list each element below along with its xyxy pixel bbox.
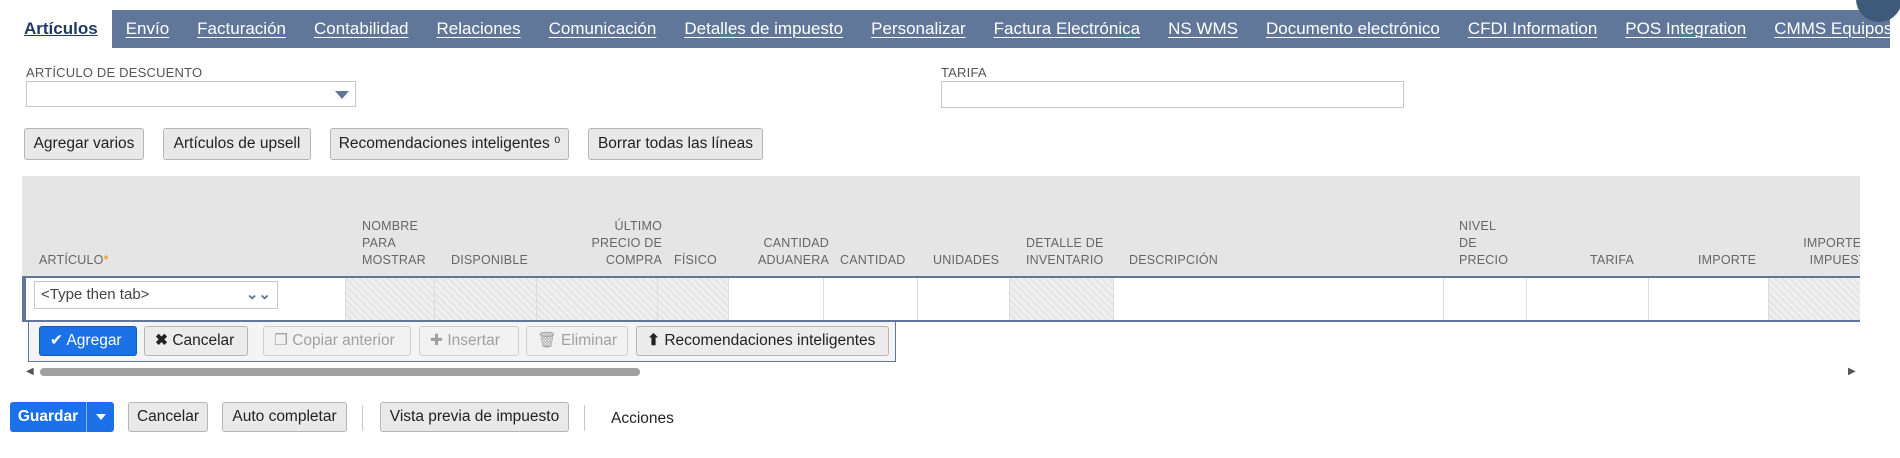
col-amount[interactable]: IMPORTE — [1698, 252, 1756, 269]
col-description[interactable]: DESCRIPCIÓN — [1129, 252, 1218, 269]
cancel-button[interactable]: Cancelar — [128, 402, 208, 432]
tab-factura-electrónica[interactable]: Factura Electrónica — [980, 10, 1154, 48]
cell-tax-amount — [1769, 278, 1860, 320]
cell-price-level[interactable] — [1444, 278, 1527, 320]
copy-icon: ❐ — [274, 332, 288, 349]
cell-inventory-detail — [1010, 278, 1114, 320]
col-units[interactable]: UNIDADES — [933, 252, 999, 269]
smart-recommendations-button[interactable]: Recomendaciones inteligentes ⁰ — [330, 128, 569, 160]
table-row: <Type then tab> ⌄⌄ — [22, 276, 1860, 322]
col-inventory-detail[interactable]: DETALLE DE INVENTARIO — [1026, 235, 1104, 269]
cell-units[interactable] — [918, 278, 1010, 320]
grid-header: ARTÍCULO* NOMBRE PARA MOSTRAR DISPONIBLE Ú… — [22, 176, 1860, 276]
add-line-button[interactable]: ✔ Agregar — [39, 326, 137, 356]
cell-last-price — [537, 278, 658, 320]
tab-personalizar[interactable]: Personalizar — [857, 10, 980, 48]
col-last-purchase-price[interactable]: ÚLTIMO PRECIO DE COMPRA — [580, 218, 662, 269]
tab-facturación[interactable]: Facturación — [183, 10, 300, 48]
smart-recommendations-row-button[interactable]: ⬆ Recomendaciones inteligentes — [636, 326, 889, 356]
close-icon: ✖ — [155, 332, 168, 349]
save-dropdown[interactable] — [86, 402, 114, 432]
save-button[interactable]: Guardar — [10, 402, 114, 432]
tab-envío[interactable]: Envío — [112, 10, 183, 48]
tab-detalles-de-impuesto[interactable]: Detalles de impuesto — [670, 10, 857, 48]
tab-relaciones[interactable]: Relaciones — [423, 10, 535, 48]
tab-documento-electrónico[interactable]: Documento electrónico — [1252, 10, 1454, 48]
col-rate[interactable]: TARIFA — [1590, 252, 1634, 269]
col-physical[interactable]: FÍSICO — [674, 252, 717, 269]
scroll-right-icon[interactable]: ▶ — [1848, 366, 1856, 377]
col-customs-quantity[interactable]: CANTIDAD ADUANERA — [742, 235, 829, 269]
arrow-up-icon: ⬆ — [647, 332, 660, 349]
rate-field[interactable] — [941, 81, 1404, 108]
chevron-down-icon — [96, 414, 106, 420]
clear-all-lines-button[interactable]: Borrar todas las líneas — [588, 128, 763, 160]
actions-menu[interactable]: Acciones — [611, 410, 674, 428]
cell-available — [435, 278, 537, 320]
cancel-line-button[interactable]: ✖ Cancelar — [144, 326, 248, 356]
tab-artículos[interactable]: Artículos — [10, 10, 112, 48]
rate-label: TARIFA — [941, 65, 987, 80]
discount-item-label: ARTÍCULO DE DESCUENTO — [26, 65, 203, 80]
col-price-level[interactable]: NIVEL DE PRECIO — [1459, 218, 1508, 269]
copy-previous-button[interactable]: ❐ Copiar anterior — [263, 326, 411, 356]
check-icon: ✔ — [50, 332, 63, 349]
col-quantity[interactable]: CANTIDAD — [840, 252, 906, 269]
cell-physical — [658, 278, 729, 320]
cell-description[interactable] — [1114, 278, 1444, 320]
cell-display-name — [346, 278, 435, 320]
insert-button[interactable]: ✚ Insertar — [419, 326, 519, 356]
cell-customs-quantity[interactable] — [729, 278, 824, 320]
discount-item-select[interactable] — [26, 81, 356, 107]
horizontal-scrollbar[interactable]: ◀ ▶ — [22, 366, 1860, 378]
tab-ns-wms[interactable]: NS WMS — [1154, 10, 1252, 48]
cell-amount[interactable] — [1649, 278, 1769, 320]
plus-icon: ✚ — [430, 332, 443, 349]
cell-quantity[interactable] — [824, 278, 918, 320]
tax-preview-button[interactable]: Vista previa de impuesto — [380, 402, 569, 432]
col-available[interactable]: DISPONIBLE — [451, 252, 528, 269]
divider — [584, 405, 585, 431]
upsell-items-button[interactable]: Artículos de upsell — [163, 128, 311, 160]
save-label: Guardar — [17, 408, 79, 425]
col-display-name[interactable]: NOMBRE PARA MOSTRAR — [362, 218, 426, 269]
autocomplete-button[interactable]: Auto completar — [222, 402, 347, 432]
cell-item[interactable] — [22, 278, 346, 320]
subtab-bar: Artículos Envío Facturación Contabilidad Rel… — [10, 10, 1890, 48]
tab-cfdi-information[interactable]: CFDI Information — [1454, 10, 1611, 48]
col-tax-amount[interactable]: IMPORTE DEIMPUESTO — [1798, 235, 1860, 269]
tab-contabilidad[interactable]: Contabilidad — [300, 10, 423, 48]
items-grid: ARTÍCULO* NOMBRE PARA MOSTRAR DISPONIBLE Ú… — [22, 176, 1860, 378]
divider — [362, 405, 363, 431]
tab-comunicación[interactable]: Comunicación — [535, 10, 671, 48]
chevron-down-icon — [335, 91, 349, 99]
add-multiple-button[interactable]: Agregar varios — [24, 128, 144, 160]
col-item[interactable]: ARTÍCULO* — [39, 252, 109, 269]
cell-rate[interactable] — [1527, 278, 1649, 320]
required-marker: * — [103, 253, 109, 267]
tab-pos-integration[interactable]: POS Integration — [1611, 10, 1760, 48]
scrollbar-thumb[interactable] — [40, 368, 640, 376]
row-action-bar: ✔ Agregar ✖ Cancelar ❐ Copiar anterior ✚… — [28, 322, 896, 362]
delete-button[interactable]: 🗑 Eliminar — [526, 326, 628, 356]
scroll-left-icon[interactable]: ◀ — [26, 366, 34, 377]
trash-icon: 🗑 — [537, 332, 557, 349]
